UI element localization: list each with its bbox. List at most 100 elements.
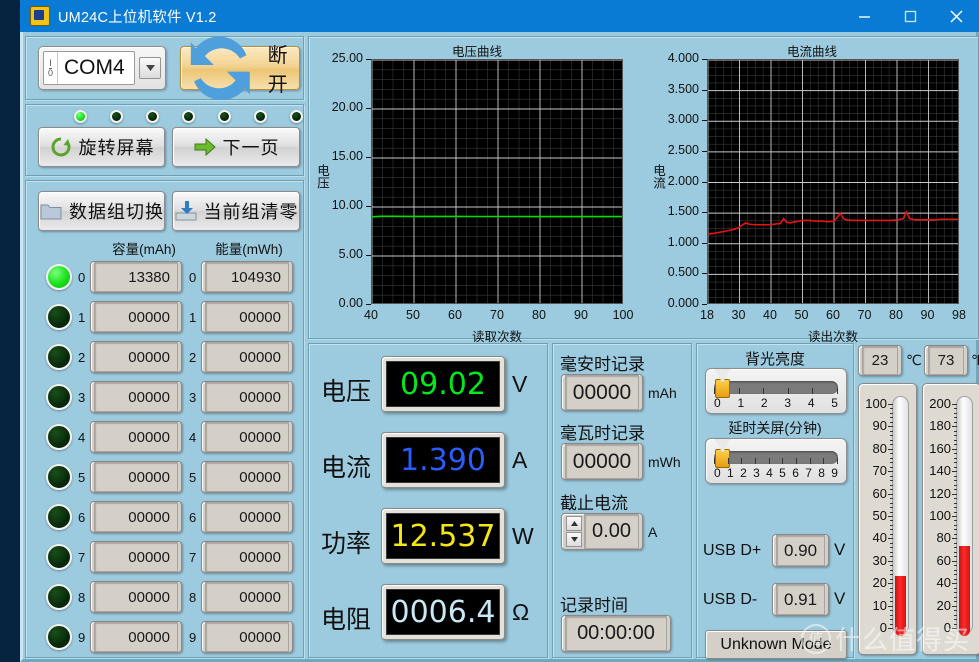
fahrenheit-minor-tick — [954, 596, 957, 598]
rotate-screen-button[interactable]: 旋转屏幕 — [38, 127, 165, 167]
timeout-slider[interactable]: 0123456789 — [705, 438, 847, 484]
tick-label: 5 — [779, 466, 786, 480]
page-led-0 — [74, 110, 87, 123]
group-index-right: 7 — [189, 550, 197, 565]
fahrenheit-minor-tick — [954, 421, 957, 423]
celsius-tick-mark — [888, 471, 893, 473]
usb-dminus-value: 0.91 — [776, 584, 825, 615]
fahrenheit-minor-tick — [954, 520, 957, 522]
group-row: 9 00000 9 00000 — [26, 619, 303, 657]
plot-area — [707, 59, 959, 304]
com-port-field[interactable]: I0 COM4 — [43, 51, 135, 85]
group-row: 6 00000 6 00000 — [26, 499, 303, 537]
current-chart: 电流曲线 4.000 3.500 3.000 2.500 2.000 1.500 1.000 0… — [647, 39, 977, 344]
celsius-minor-tick — [890, 569, 893, 571]
energy-box: 00000 — [201, 301, 293, 333]
minimize-button[interactable] — [841, 0, 887, 32]
group-index-left: 7 — [78, 550, 86, 565]
resistance-value: 0006.4 — [386, 589, 500, 635]
cutoff-unit: A — [648, 524, 658, 540]
fahrenheit-minor-tick — [954, 542, 957, 544]
y-tick-mark — [702, 212, 707, 214]
temperature-panel: 23 ℃ 73 ℉ 100 90 80 70 60 50 40 30 20 10 0 200 180 1… — [858, 343, 979, 658]
celsius-minor-tick — [890, 444, 893, 446]
fahrenheit-tick-label: 0 — [943, 620, 951, 635]
close-button[interactable] — [933, 0, 979, 32]
fahrenheit-tick-mark — [952, 493, 957, 495]
group-index-left: 2 — [78, 350, 86, 365]
celsius-minor-tick — [890, 484, 893, 486]
spinner-arrows[interactable] — [566, 516, 582, 547]
disconnect-label: 断开 — [267, 45, 290, 96]
usb-dminus-box: 0.91 — [772, 583, 829, 616]
x-tick-label: 90 — [574, 308, 588, 322]
y-tick-label: 10.00 — [331, 198, 363, 212]
tick-label: 6 — [792, 466, 799, 480]
celsius-mercury — [895, 576, 906, 636]
celsius-value: 23 — [862, 346, 898, 375]
tick-mark — [754, 458, 756, 464]
records-panel: 毫安时记录 00000 mAh 毫瓦时记录 00000 mWh 截止电流 0.0… — [552, 343, 692, 658]
energy-value: 00000 — [205, 462, 289, 492]
fahrenheit-tick-label: 60 — [936, 552, 951, 568]
readout-row: 电阻 0006.4 Ω — [309, 584, 547, 646]
fahrenheit-minor-tick — [954, 578, 957, 580]
next-page-label: 下一页 — [222, 138, 280, 158]
title-bar: UM24C上位机软件 V1.2 — [20, 0, 979, 32]
celsius-tick-label: 90 — [872, 418, 887, 434]
celsius-thermometer: 100 90 80 70 60 50 40 30 20 10 0 — [858, 383, 917, 655]
tick-label: 9 — [831, 466, 838, 480]
brightness-ticks: 0 1 2 3 4 5 — [714, 396, 838, 410]
capacity-box: 00000 — [90, 301, 182, 333]
main-content: I0 COM4 断开 旋转屏幕 下一页 数据组切换 当前组清零 容量(mAh) … — [23, 32, 979, 659]
cutoff-label: 截止电流 — [560, 494, 628, 513]
fahrenheit-minor-tick — [954, 529, 957, 531]
capacity-value: 00000 — [94, 502, 178, 532]
energy-value: 00000 — [205, 622, 289, 652]
fahrenheit-tick-mark — [952, 426, 957, 428]
tick-mark — [836, 458, 838, 464]
switch-group-button[interactable]: 数据组切换 — [38, 191, 165, 231]
celsius-minor-tick — [890, 462, 893, 464]
usb-dplus-value: 0.90 — [776, 535, 825, 566]
clear-group-button[interactable]: 当前组清零 — [172, 191, 300, 231]
cutoff-spinner[interactable]: 0.00 — [561, 513, 643, 550]
series-line — [708, 210, 958, 235]
brightness-slider[interactable]: 0 1 2 3 4 5 — [705, 368, 847, 414]
energy-box: 00000 — [201, 621, 293, 653]
capacity-value: 00000 — [94, 462, 178, 492]
celsius-minor-tick — [890, 565, 893, 567]
celsius-tick-mark — [888, 426, 893, 428]
celsius-minor-tick — [890, 542, 893, 544]
maximize-button[interactable] — [887, 0, 933, 32]
usb-dplus-box: 0.90 — [772, 534, 829, 567]
disconnect-button[interactable]: 断开 — [180, 36, 300, 100]
fahrenheit-minor-tick — [954, 453, 957, 455]
tick-label: 7 — [805, 466, 812, 480]
cutoff-value[interactable]: 0.00 — [584, 514, 639, 549]
fahrenheit-minor-tick — [954, 623, 957, 625]
spinner-down-button[interactable] — [566, 532, 582, 547]
arrow-right-icon — [194, 137, 216, 157]
celsius-tick-label: 10 — [872, 597, 887, 613]
tick-mark — [787, 388, 789, 394]
measurements-panel: 电压 09.02 V 电流 1.390 A 功率 12.537 W 电阻 0006.4 Ω — [308, 343, 548, 658]
usb-dplus-label: USB D+ — [703, 542, 762, 559]
chevron-down-icon[interactable] — [139, 57, 161, 79]
group-row: 4 00000 4 00000 — [26, 419, 303, 457]
com-port-select[interactable]: I0 COM4 — [38, 46, 166, 90]
energy-value: 104930 — [205, 262, 289, 292]
record-time-label: 记录时间 — [560, 596, 628, 615]
fahrenheit-minor-tick — [954, 587, 957, 589]
spinner-up-button[interactable] — [566, 516, 582, 531]
group-index-right: 8 — [189, 590, 197, 605]
celsius-minor-tick — [890, 511, 893, 513]
capacity-box: 00000 — [90, 341, 182, 373]
celsius-minor-tick — [890, 529, 893, 531]
tick-mark — [823, 458, 825, 464]
y-tick-label: 4.000 — [667, 51, 699, 65]
y-tick-mark — [702, 242, 707, 244]
next-page-button[interactable]: 下一页 — [172, 127, 300, 167]
tick-mark — [714, 458, 715, 464]
usb-dminus-unit: V — [834, 589, 846, 608]
